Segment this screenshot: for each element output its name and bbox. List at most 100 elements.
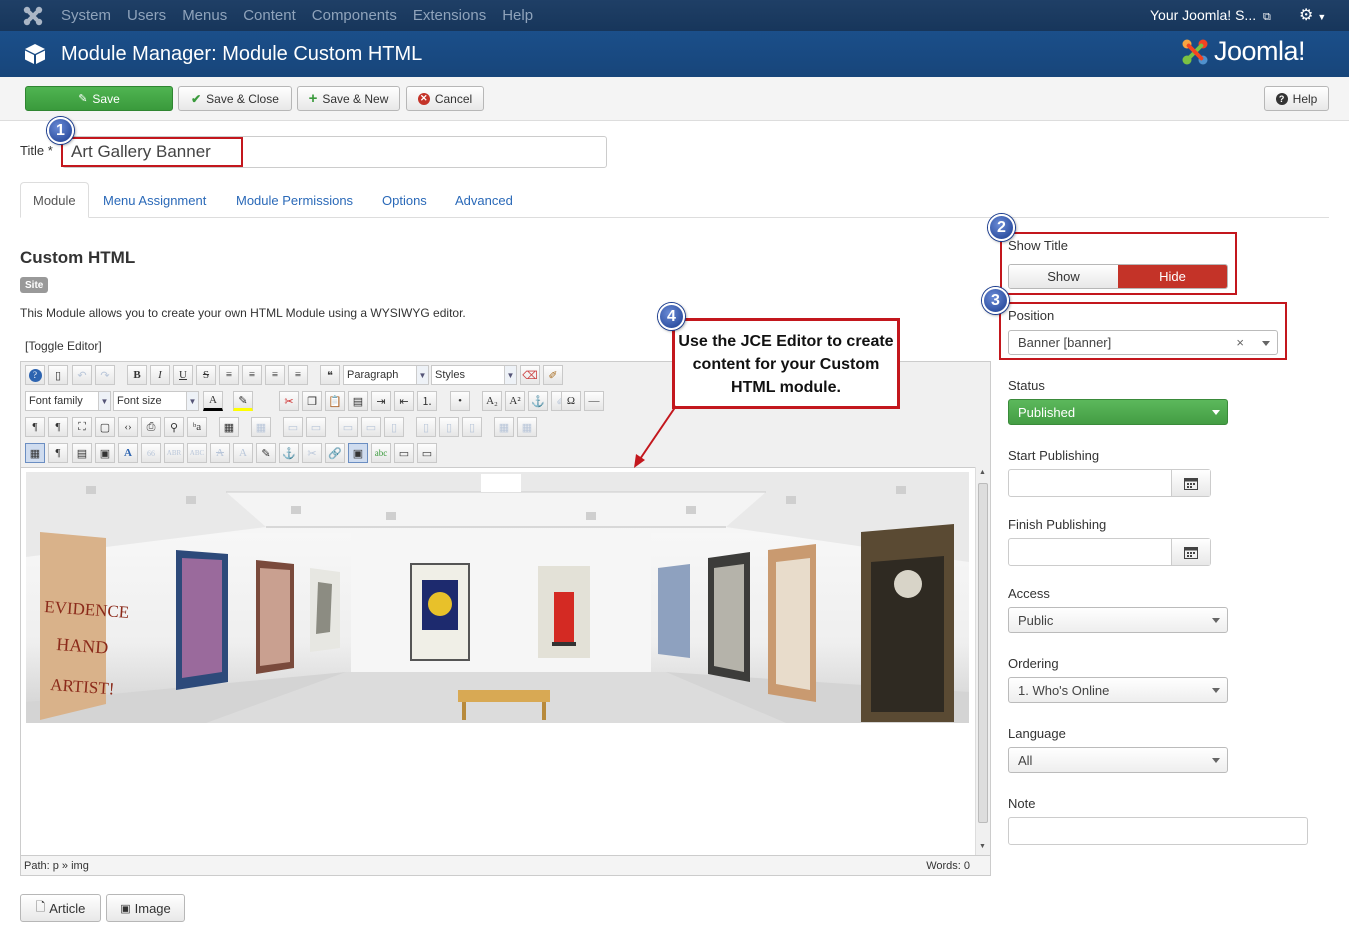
italic-icon[interactable]: I — [150, 365, 170, 385]
toggle-editor-link[interactable]: [Toggle Editor] — [25, 339, 102, 353]
template-icon[interactable]: ▤ — [72, 443, 92, 463]
attributes-icon[interactable]: ✎ — [256, 443, 276, 463]
unlink-icon[interactable]: ✂ — [302, 443, 322, 463]
blockquote-icon[interactable]: ❝ — [320, 365, 340, 385]
joomla-menu-icon[interactable] — [22, 5, 44, 27]
tab-menu-assignment[interactable]: Menu Assignment — [103, 182, 206, 218]
insert-article-button[interactable]: 🗋 Article — [20, 894, 101, 922]
language-select[interactable]: All — [1008, 747, 1228, 773]
save-close-button[interactable]: ✔ Save & Close — [178, 86, 292, 111]
view-site-link[interactable]: Your Joomla! S... ⧉ — [1150, 7, 1271, 24]
underline-icon[interactable]: U — [173, 365, 193, 385]
superscript-icon[interactable]: A² — [505, 391, 525, 411]
menu-users[interactable]: Users — [127, 7, 166, 24]
rtl-icon[interactable]: ¶ — [48, 417, 68, 437]
cancel-button[interactable]: ✕ Cancel — [406, 86, 484, 111]
ltr-icon[interactable]: ¶ — [25, 417, 45, 437]
cleanup-broom-icon[interactable]: ✐ — [543, 365, 563, 385]
align-justify-icon[interactable]: ≡ — [219, 365, 239, 385]
col-after-icon[interactable]: ▯ — [416, 417, 436, 437]
menu-extensions[interactable]: Extensions — [413, 7, 486, 24]
art-gallery-banner-image[interactable]: EVIDENCE HAND ARTIST! — [26, 472, 969, 723]
styles-select[interactable]: Styles ▼ — [431, 365, 517, 385]
subscript-icon[interactable]: A₂ — [482, 391, 502, 411]
paste-text-icon[interactable]: ▤ — [348, 391, 368, 411]
merge-cells-icon[interactable]: ▦ — [494, 417, 514, 437]
table-insert-icon[interactable]: ▦ — [219, 417, 239, 437]
save-button[interactable]: ✎ Save — [25, 86, 173, 111]
editor-content-area[interactable]: EVIDENCE HAND ARTIST! — [21, 467, 975, 855]
help-icon[interactable]: ? — [25, 365, 45, 385]
font-size-select[interactable]: Font size ▼ — [113, 391, 199, 411]
print-icon[interactable]: ⎙ — [141, 417, 161, 437]
abbr-icon[interactable]: ABR — [164, 443, 184, 463]
gear-icon[interactable]: ⚙ ▼ — [1299, 5, 1326, 25]
copy-icon[interactable]: ❐ — [302, 391, 322, 411]
col-delete-icon[interactable]: ▯ — [439, 417, 459, 437]
tab-module[interactable]: Module — [20, 182, 89, 218]
split-cells-icon[interactable]: ▦ — [517, 417, 537, 437]
help-button[interactable]: ? Help — [1264, 86, 1329, 111]
col-props-icon[interactable]: ▯ — [462, 417, 482, 437]
new-document-icon[interactable]: ▯ — [48, 365, 68, 385]
preview-icon[interactable]: ▢ — [95, 417, 115, 437]
strikethrough-icon[interactable]: S — [196, 365, 216, 385]
scroll-down-icon[interactable]: ▼ — [979, 843, 986, 850]
numbered-list-icon[interactable]: ⒈ — [417, 391, 437, 411]
calendar-icon[interactable] — [1171, 539, 1210, 565]
tab-advanced[interactable]: Advanced — [455, 182, 513, 218]
col-before-icon[interactable]: ▯ — [384, 417, 404, 437]
align-left-icon[interactable]: ≡ — [265, 365, 285, 385]
image-manager-icon[interactable]: ▣ — [348, 443, 368, 463]
spellcheck-icon[interactable]: abc — [371, 443, 391, 463]
tab-module-permissions[interactable]: Module Permissions — [236, 182, 353, 218]
insert-image-button[interactable]: ▣ Image — [106, 894, 185, 922]
paragraph-format-select[interactable]: Paragraph ▼ — [343, 365, 429, 385]
outdent-icon[interactable]: ⇤ — [394, 391, 414, 411]
style-props-icon[interactable]: A — [118, 443, 138, 463]
del-icon[interactable]: A — [210, 443, 230, 463]
scroll-up-icon[interactable]: ▲ — [979, 469, 986, 476]
row-props-icon[interactable]: ▭ — [361, 417, 381, 437]
align-right-icon[interactable]: ≡ — [288, 365, 308, 385]
editor-scrollbar[interactable]: ▲ ▼ — [975, 467, 990, 855]
align-center-icon[interactable]: ≡ — [242, 365, 262, 385]
font-family-select[interactable]: Font family ▼ — [25, 391, 111, 411]
highlight-color-icon[interactable]: ✎ — [233, 391, 253, 411]
scrollbar-thumb[interactable] — [978, 483, 988, 823]
menu-menus[interactable]: Menus — [182, 7, 227, 24]
indent-icon[interactable]: ⇥ — [371, 391, 391, 411]
anchor-icon[interactable]: ⚓ — [279, 443, 299, 463]
show-blocks-icon[interactable]: ¶ — [48, 443, 68, 463]
menu-help[interactable]: Help — [502, 7, 533, 24]
text-color-icon[interactable]: A — [203, 391, 223, 411]
cut-icon[interactable]: ✂ — [279, 391, 299, 411]
cite-icon[interactable]: 66 — [141, 443, 161, 463]
replace-icon[interactable]: ᵇa — [187, 417, 207, 437]
fullscreen-icon[interactable]: ⛶ — [72, 417, 92, 437]
row-delete-icon[interactable]: ▭ — [338, 417, 358, 437]
visual-aid-icon[interactable]: ▦ — [25, 443, 45, 463]
horizontal-rule-icon[interactable]: — — [584, 391, 604, 411]
row-before-icon[interactable]: ▭ — [283, 417, 303, 437]
source-code-icon[interactable]: ‹› — [118, 417, 138, 437]
acronym-icon[interactable]: ABC — [187, 443, 207, 463]
layer-icon[interactable]: ▣ — [95, 443, 115, 463]
anchor-dim-icon[interactable]: ⚓ — [528, 391, 548, 411]
menu-system[interactable]: System — [61, 7, 111, 24]
link-icon[interactable]: 🔗 — [325, 443, 345, 463]
save-new-button[interactable]: + Save & New — [297, 86, 400, 111]
article-break-icon[interactable]: ▭ — [394, 443, 414, 463]
search-icon[interactable]: ⚲ — [164, 417, 184, 437]
bullet-list-icon[interactable]: • — [450, 391, 470, 411]
tab-options[interactable]: Options — [382, 182, 427, 218]
start-publishing-input[interactable] — [1008, 469, 1211, 497]
note-input[interactable] — [1008, 817, 1308, 845]
undo-icon[interactable]: ↶ — [72, 365, 92, 385]
menu-content[interactable]: Content — [243, 7, 296, 24]
clear-formatting-icon[interactable]: ⌫ — [520, 365, 540, 385]
access-select[interactable]: Public — [1008, 607, 1228, 633]
special-character-icon[interactable]: Ω — [561, 391, 581, 411]
readmore-icon[interactable]: ▭ — [417, 443, 437, 463]
redo-icon[interactable]: ↷ — [95, 365, 115, 385]
